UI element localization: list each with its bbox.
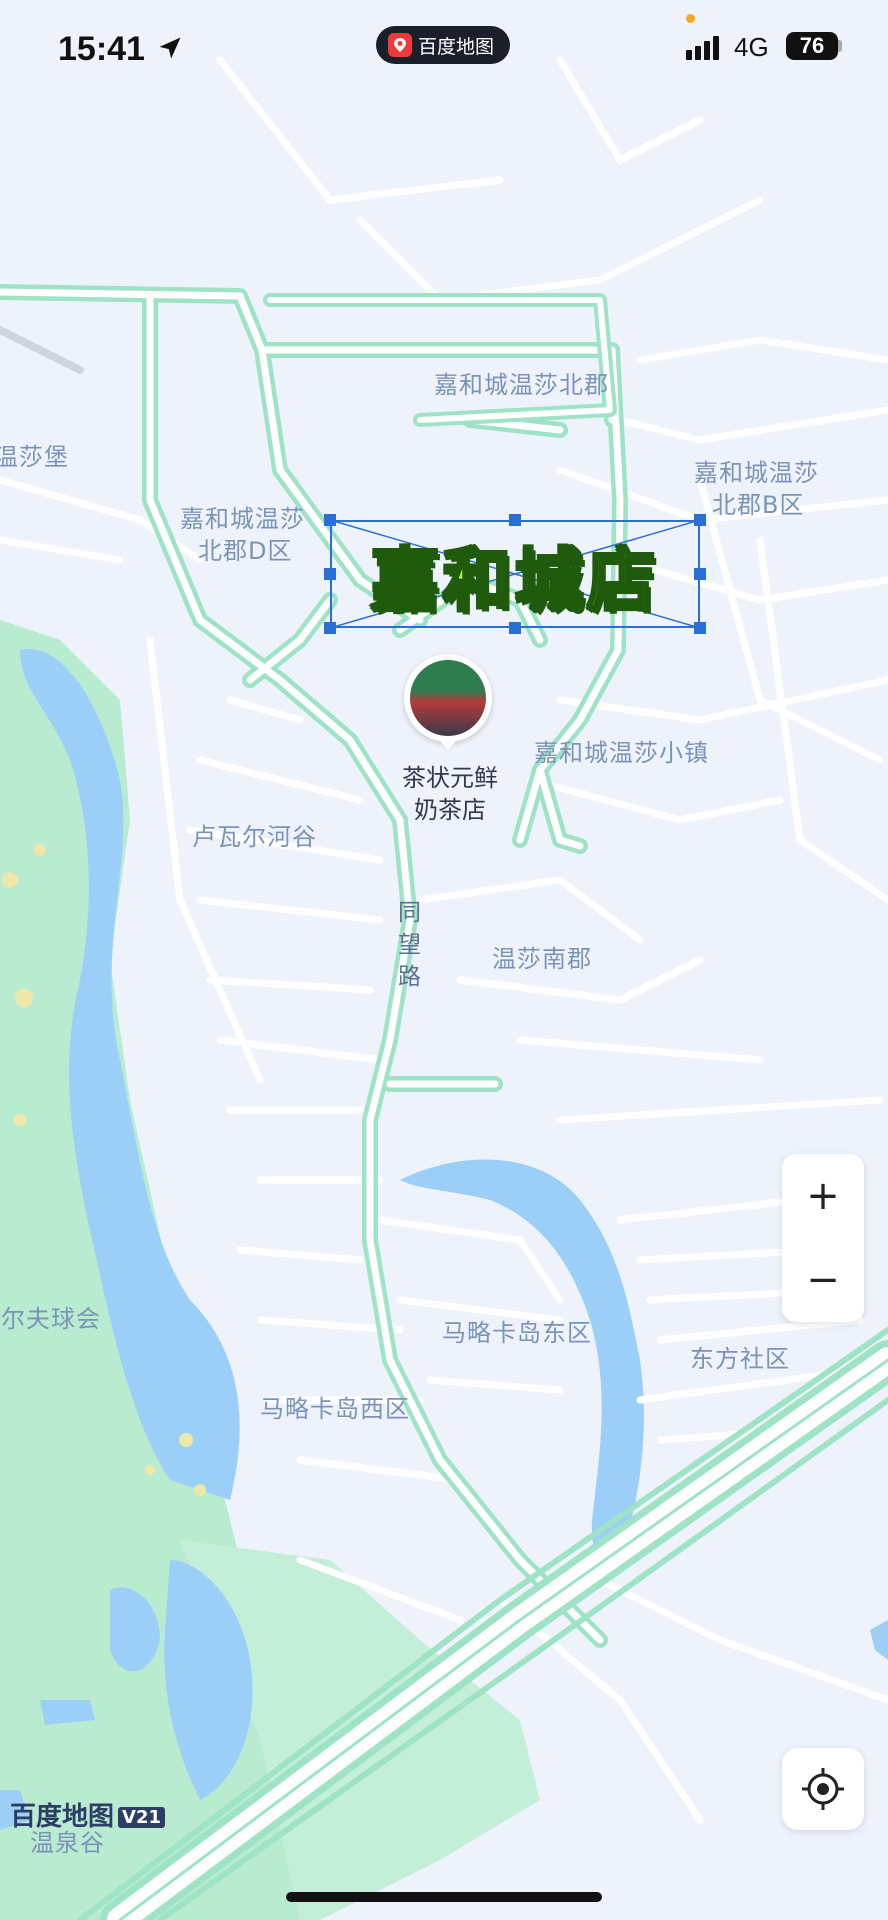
baidu-map-logo-icon: [388, 33, 412, 57]
poi-marker[interactable]: [404, 654, 492, 742]
network-type: 4G: [734, 32, 769, 62]
resize-handle-top[interactable]: [509, 514, 521, 526]
label-malue-west[interactable]: 马略卡岛西区: [260, 1394, 410, 1424]
label-beijun-b-1[interactable]: 嘉和城温莎: [694, 458, 819, 488]
poi-photo: [410, 660, 486, 736]
resize-handle-top-left[interactable]: [324, 514, 336, 526]
location-arrow-icon: [159, 37, 181, 59]
road-label-tongwang-2: 望: [398, 932, 422, 958]
battery-tip: [838, 40, 842, 52]
resize-handle-bottom-left[interactable]: [324, 622, 336, 634]
battery-indicator: 76: [786, 32, 838, 60]
zoom-in-button[interactable]: +: [782, 1154, 864, 1238]
label-wensha-bao[interactable]: 温莎堡: [0, 442, 69, 472]
watermark-text: 百度地图: [10, 1802, 115, 1832]
road-label-tongwang-1: 同: [398, 900, 422, 926]
label-beijun-b-2[interactable]: 北郡B区: [712, 490, 804, 520]
zoom-out-button[interactable]: −: [782, 1238, 864, 1322]
status-bar: 15:41 百度地图 4G 76: [0, 0, 888, 100]
app-name: 百度地图: [418, 35, 495, 58]
label-luwa-hegu[interactable]: 卢瓦尔河谷: [192, 822, 317, 852]
poi-marker-tail: [436, 736, 460, 750]
label-golf-club[interactable]: 高尔夫球会: [0, 1304, 101, 1334]
resize-handle-right[interactable]: [694, 568, 706, 580]
signal-bars-icon: [686, 36, 719, 60]
banner-text: 嘉和城店: [369, 540, 659, 622]
river-east: [400, 1159, 644, 1568]
crosshair-icon: [802, 1768, 844, 1810]
locate-me-button[interactable]: [782, 1748, 864, 1830]
watermark-version: V21: [118, 1807, 165, 1828]
label-beijun-d-1[interactable]: 嘉和城温莎: [180, 504, 305, 534]
label-wensha-nanjun[interactable]: 温莎南郡: [492, 944, 592, 974]
home-indicator[interactable]: [286, 1892, 602, 1902]
zoom-controls: + −: [782, 1154, 864, 1322]
resize-handle-bottom-right[interactable]: [694, 622, 706, 634]
resize-handle-bottom[interactable]: [509, 622, 521, 634]
poi-name[interactable]: 茶状元鲜 奶茶店: [380, 762, 520, 826]
label-wensha-xiaozhen[interactable]: 嘉和城温莎小镇: [534, 738, 709, 768]
map-canvas[interactable]: [0, 0, 888, 1920]
status-time: 15:41: [58, 30, 145, 68]
poi-name-line2: 奶茶店: [414, 796, 486, 824]
map-screen[interactable]: 15:41 百度地图 4G 76 嘉和城温莎北郡 嘉和城温莎 北郡B区 嘉和城温…: [0, 0, 888, 1920]
label-wensha-beijun[interactable]: 嘉和城温莎北郡: [434, 370, 609, 400]
poi-name-line1: 茶状元鲜: [402, 764, 498, 792]
map-watermark: 百度地图 V21: [10, 1796, 165, 1833]
label-malue-east[interactable]: 马略卡岛东区: [442, 1318, 592, 1348]
back-to-app-pill[interactable]: 百度地图: [376, 26, 510, 64]
resize-handle-left[interactable]: [324, 568, 336, 580]
resize-handle-top-right[interactable]: [694, 514, 706, 526]
privacy-indicator: [686, 14, 695, 23]
label-beijun-d-2[interactable]: 北郡D区: [198, 536, 292, 566]
road-label-tongwang-3: 路: [398, 964, 422, 990]
store-banner-sticker[interactable]: 嘉和城店: [324, 514, 706, 634]
label-dongfang-community[interactable]: 东方社区: [690, 1344, 790, 1374]
